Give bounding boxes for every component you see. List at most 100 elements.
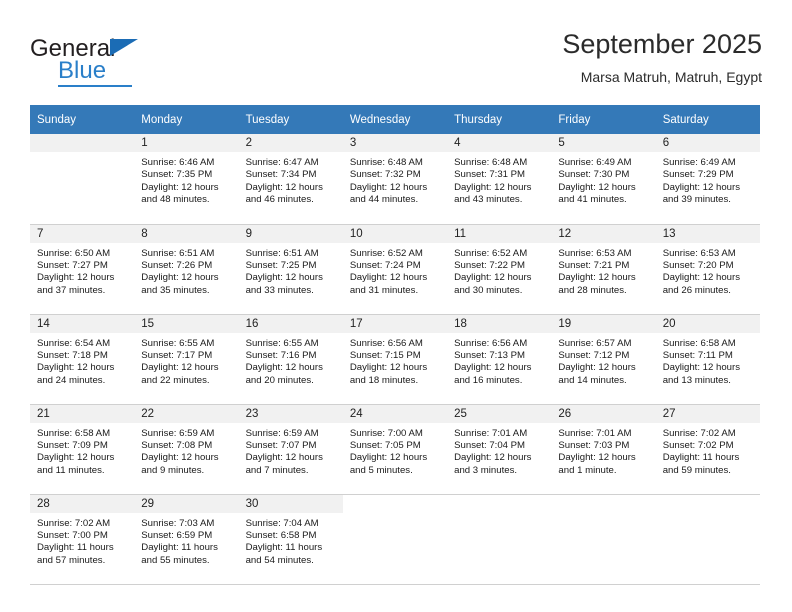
brand-logo[interactable]: General Blue <box>30 36 240 96</box>
daylight-text-line1: Daylight: 12 hours <box>454 452 532 464</box>
daylight-text-line1: Daylight: 12 hours <box>558 272 636 284</box>
calendar-day-cell[interactable]: 21 Sunrise: 6:58 AM Sunset: 7:09 PM Dayligh… <box>30 404 135 495</box>
weekday-header-monday: Monday <box>134 105 239 134</box>
sunset-text: Sunset: 7:30 PM <box>558 169 630 181</box>
calendar-body: 1 Sunrise: 6:46 AM Sunset: 7:35 PM Daylight… <box>30 134 760 585</box>
sunset-text: Sunset: 7:27 PM <box>37 259 108 271</box>
calendar-day-cell[interactable]: 6 Sunrise: 6:49 AM Sunset: 7:29 PM Daylight… <box>655 134 760 225</box>
calendar-day-cell[interactable]: 27 Sunrise: 7:02 AM Sunset: 7:02 PM Dayligh… <box>655 404 760 495</box>
sunset-text: Sunset: 7:32 PM <box>349 169 421 181</box>
calendar-day-cell[interactable]: 1 Sunrise: 6:46 AM Sunset: 7:35 PM Daylight… <box>134 134 239 225</box>
daylight-text-line2: and 13 minutes. <box>662 374 731 386</box>
daylight-text-line2: and 37 minutes. <box>37 284 106 296</box>
calendar-day-cell[interactable]: 19 Sunrise: 6:57 AM Sunset: 7:12 PM Dayligh… <box>551 314 656 405</box>
calendar-day-cell[interactable]: 20 Sunrise: 6:58 AM Sunset: 7:11 PM Dayligh… <box>655 314 760 405</box>
daylight-text-line1: Daylight: 12 hours <box>37 272 115 284</box>
sunrise-text: Sunrise: 7:02 AM <box>662 427 736 439</box>
sunset-text: Sunset: 6:59 PM <box>141 529 213 541</box>
day-details: Sunrise: 7:02 AM Sunset: 7:02 PM Daylight:… <box>656 423 760 478</box>
sunset-text: Sunset: 6:58 PM <box>245 529 317 541</box>
calendar-day-cell[interactable]: 17 Sunrise: 6:56 AM Sunset: 7:15 PM Dayligh… <box>342 314 448 405</box>
day-number: 18 <box>447 314 552 333</box>
calendar-day-cell[interactable]: 8 Sunrise: 6:51 AM Sunset: 7:26 PM Daylight… <box>134 224 239 315</box>
sunrise-text: Sunrise: 6:48 AM <box>349 157 423 168</box>
calendar-day-cell[interactable]: 16 Sunrise: 6:55 AM Sunset: 7:16 PM Dayligh… <box>238 314 343 405</box>
sunset-text: Sunset: 7:11 PM <box>662 349 733 361</box>
daylight-text-line2: and 44 minutes. <box>349 194 419 206</box>
day-cell-inner: 22 Sunrise: 6:59 AM Sunset: 7:08 PM Dayligh… <box>134 404 239 494</box>
day-number: 10 <box>342 224 448 243</box>
day-cell-inner: 1 Sunrise: 6:46 AM Sunset: 7:35 PM Daylight… <box>134 134 239 224</box>
calendar-day-cell[interactable]: 3 Sunrise: 6:48 AM Sunset: 7:32 PM Daylight… <box>342 134 448 225</box>
sunset-text: Sunset: 7:22 PM <box>454 259 526 271</box>
weekday-header-sunday: Sunday <box>30 105 135 134</box>
daylight-text-line2: and 59 minutes. <box>662 464 731 476</box>
calendar-day-cell[interactable]: 13 Sunrise: 6:53 AM Sunset: 7:20 PM Dayligh… <box>655 224 760 315</box>
sunrise-text: Sunrise: 6:49 AM <box>662 157 736 168</box>
day-cell-inner: 15 Sunrise: 6:55 AM Sunset: 7:17 PM Dayligh… <box>134 314 239 404</box>
calendar-day-cell[interactable]: 11 Sunrise: 6:52 AM Sunset: 7:22 PM Dayligh… <box>447 224 552 315</box>
daylight-text-line2: and 3 minutes. <box>454 464 518 476</box>
day-number: 13 <box>655 224 760 243</box>
calendar-day-cell[interactable]: 26 Sunrise: 7:01 AM Sunset: 7:03 PM Dayligh… <box>551 404 656 495</box>
calendar-day-cell <box>447 494 552 585</box>
day-details: Sunrise: 6:51 AM Sunset: 7:25 PM Daylight:… <box>239 243 343 298</box>
daylight-text-line1: Daylight: 12 hours <box>558 452 636 464</box>
day-details: Sunrise: 6:48 AM Sunset: 7:32 PM Daylight:… <box>343 152 447 207</box>
sunset-text: Sunset: 7:34 PM <box>245 169 317 181</box>
calendar-day-cell[interactable]: 12 Sunrise: 6:53 AM Sunset: 7:21 PM Dayligh… <box>551 224 656 315</box>
day-number: 27 <box>655 404 760 423</box>
daylight-text-line1: Daylight: 12 hours <box>141 181 219 193</box>
calendar-day-cell[interactable]: 18 Sunrise: 6:56 AM Sunset: 7:13 PM Dayligh… <box>447 314 552 405</box>
day-number: 21 <box>30 404 135 423</box>
daylight-text-line1: Daylight: 12 hours <box>349 181 428 193</box>
daylight-text-line1: Daylight: 12 hours <box>662 272 741 284</box>
day-cell-inner: 17 Sunrise: 6:56 AM Sunset: 7:15 PM Dayligh… <box>342 314 448 404</box>
calendar-day-cell[interactable]: 23 Sunrise: 6:59 AM Sunset: 7:07 PM Dayligh… <box>238 404 343 495</box>
day-cell-inner <box>343 495 447 584</box>
sunrise-text: Sunrise: 6:58 AM <box>662 337 736 349</box>
calendar-day-cell[interactable]: 5 Sunrise: 6:49 AM Sunset: 7:30 PM Daylight… <box>551 134 656 225</box>
brand-underline <box>58 85 132 87</box>
calendar-day-cell[interactable]: 7 Sunrise: 6:50 AM Sunset: 7:27 PM Daylight… <box>30 224 135 315</box>
day-number: 12 <box>551 224 656 243</box>
daylight-text-line1: Daylight: 12 hours <box>245 181 323 193</box>
calendar-day-cell[interactable]: 14 Sunrise: 6:54 AM Sunset: 7:18 PM Dayligh… <box>30 314 135 405</box>
day-details: Sunrise: 6:52 AM Sunset: 7:22 PM Daylight:… <box>447 243 551 298</box>
daylight-text-line2: and 26 minutes. <box>662 284 731 296</box>
calendar-day-cell[interactable]: 22 Sunrise: 6:59 AM Sunset: 7:08 PM Dayligh… <box>134 404 239 495</box>
calendar-day-cell[interactable]: 24 Sunrise: 7:00 AM Sunset: 7:05 PM Dayligh… <box>342 404 448 495</box>
calendar-day-cell[interactable]: 2 Sunrise: 6:47 AM Sunset: 7:34 PM Daylight… <box>238 134 343 225</box>
calendar-day-cell[interactable]: 10 Sunrise: 6:52 AM Sunset: 7:24 PM Dayligh… <box>342 224 448 315</box>
day-cell-inner: 29 Sunrise: 7:03 AM Sunset: 6:59 PM Dayligh… <box>134 494 239 584</box>
calendar-header-row: Sunday Monday Tuesday Wednesday Thursday… <box>30 105 760 134</box>
calendar-day-cell[interactable]: 29 Sunrise: 7:03 AM Sunset: 6:59 PM Dayligh… <box>134 494 239 585</box>
day-number: 8 <box>134 224 239 243</box>
calendar-day-cell[interactable]: 9 Sunrise: 6:51 AM Sunset: 7:25 PM Daylight… <box>238 224 343 315</box>
daylight-text-line1: Daylight: 12 hours <box>558 181 636 193</box>
day-cell-inner: 2 Sunrise: 6:47 AM Sunset: 7:34 PM Daylight… <box>238 134 343 224</box>
day-cell-inner: 23 Sunrise: 6:59 AM Sunset: 7:07 PM Dayligh… <box>238 404 343 494</box>
sunset-text: Sunset: 7:07 PM <box>245 439 317 451</box>
daylight-text-line2: and 9 minutes. <box>141 464 205 476</box>
sunset-text: Sunset: 7:18 PM <box>37 349 108 361</box>
daylight-text-line1: Daylight: 12 hours <box>141 452 219 464</box>
daylight-text-line2: and 33 minutes. <box>245 284 314 296</box>
calendar-day-cell[interactable]: 25 Sunrise: 7:01 AM Sunset: 7:04 PM Dayligh… <box>447 404 552 495</box>
sunrise-text: Sunrise: 6:59 AM <box>141 427 215 439</box>
day-details: Sunrise: 6:54 AM Sunset: 7:18 PM Daylight:… <box>30 333 134 388</box>
sunrise-text: Sunrise: 7:00 AM <box>349 427 423 439</box>
day-cell-inner: 4 Sunrise: 6:48 AM Sunset: 7:31 PM Daylight… <box>447 134 552 224</box>
calendar-day-cell[interactable]: 4 Sunrise: 6:48 AM Sunset: 7:31 PM Daylight… <box>447 134 552 225</box>
day-number: 23 <box>238 404 343 423</box>
sunrise-text: Sunrise: 6:51 AM <box>245 247 319 259</box>
sunrise-text: Sunrise: 7:01 AM <box>454 427 528 439</box>
daylight-text-line2: and 54 minutes. <box>245 554 314 566</box>
sunrise-text: Sunrise: 6:53 AM <box>558 247 632 259</box>
sunset-text: Sunset: 7:16 PM <box>245 349 317 361</box>
sunrise-text: Sunrise: 6:54 AM <box>37 337 111 349</box>
day-number: 5 <box>551 134 656 152</box>
calendar-day-cell[interactable]: 30 Sunrise: 7:04 AM Sunset: 6:58 PM Dayligh… <box>238 494 343 585</box>
calendar-day-cell[interactable]: 15 Sunrise: 6:55 AM Sunset: 7:17 PM Dayligh… <box>134 314 239 405</box>
calendar-day-cell[interactable]: 28 Sunrise: 7:02 AM Sunset: 7:00 PM Dayligh… <box>30 494 135 585</box>
